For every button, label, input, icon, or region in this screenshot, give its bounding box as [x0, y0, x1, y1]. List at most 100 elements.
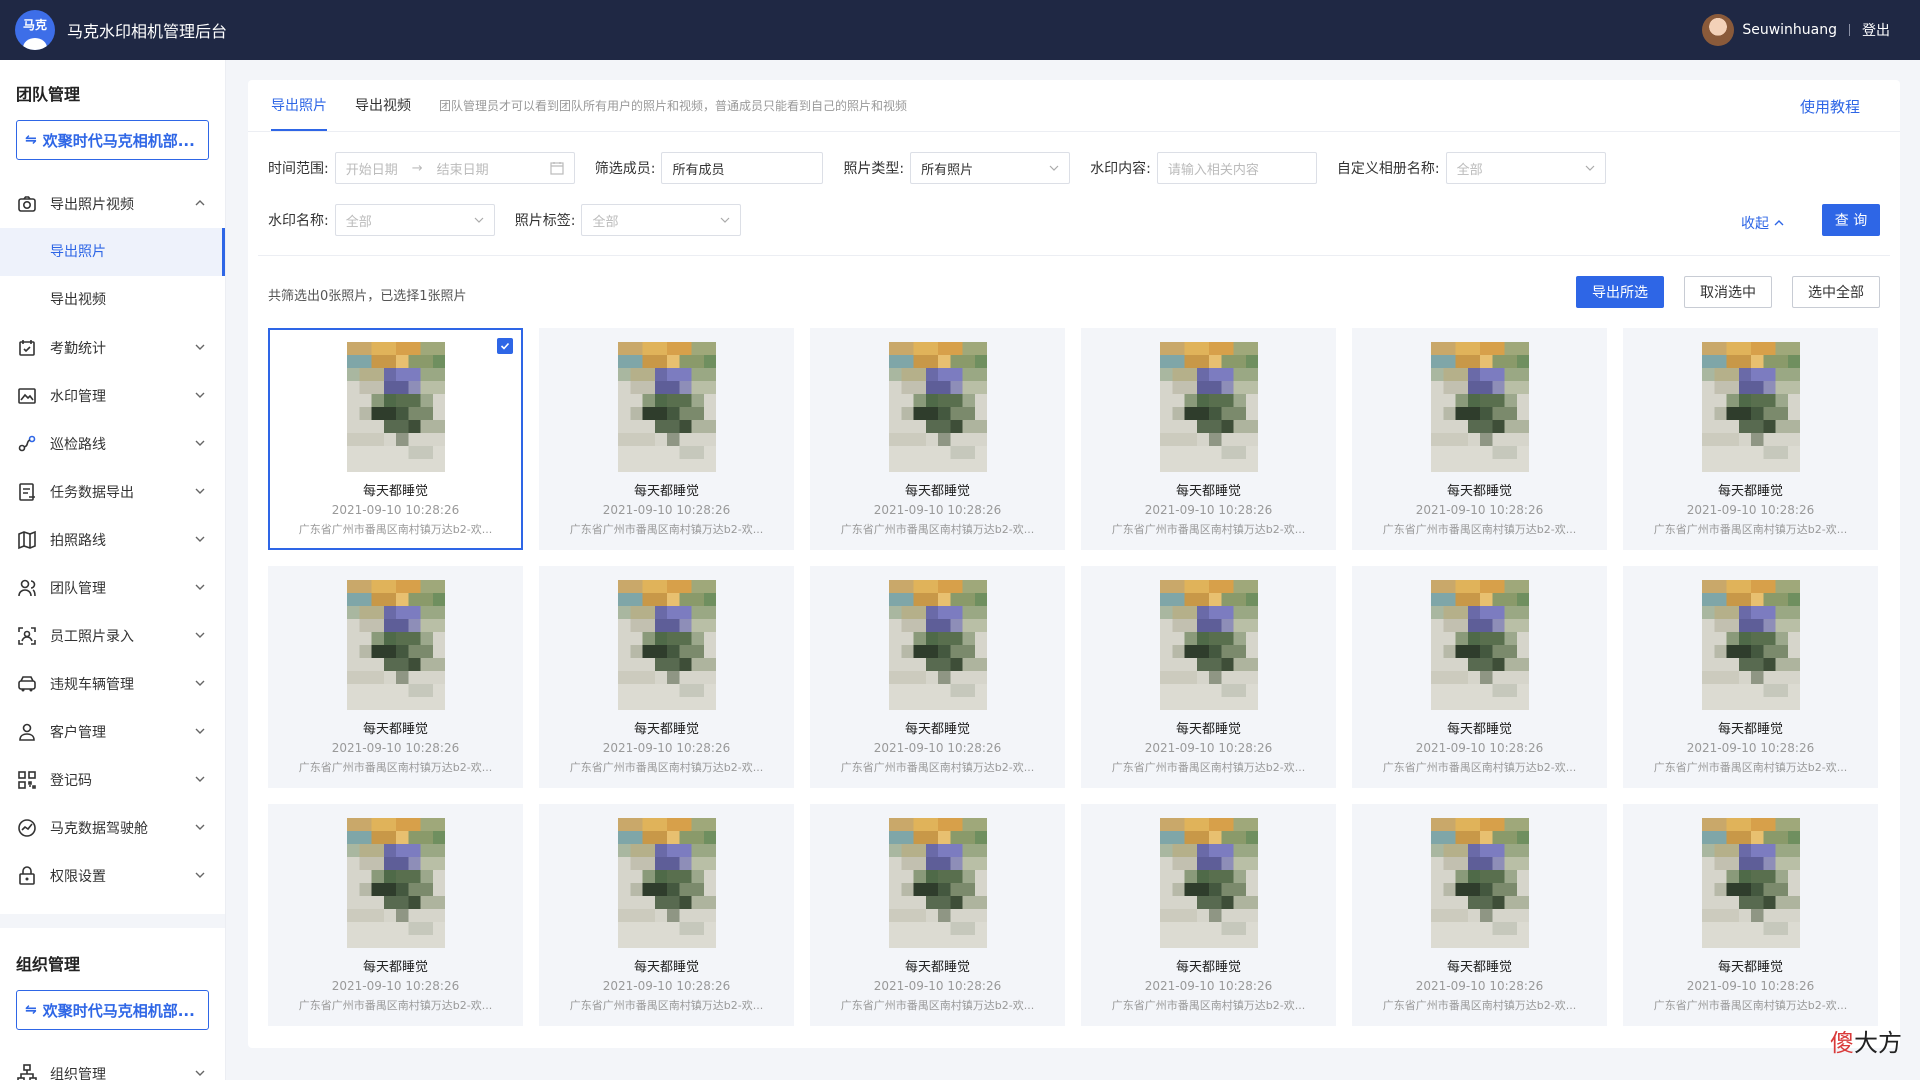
photo-thumbnail[interactable] [888, 580, 987, 710]
tab-export-video[interactable]: 导出视频 [355, 79, 411, 131]
sidebar-item-watermark[interactable]: 水印管理 [0, 372, 225, 420]
photo-title: 每天都睡觉 [1446, 960, 1512, 975]
photo-tag-select[interactable]: 全部 [581, 204, 742, 236]
select-all-button[interactable]: 选中全部 [1792, 276, 1880, 308]
chevron-down-icon [195, 1070, 205, 1076]
customer-icon [16, 721, 38, 743]
photo-thumbnail[interactable] [1701, 342, 1800, 472]
cancel-selected-button[interactable]: 取消选中 [1684, 276, 1772, 308]
team-group-title: 团队管理 [16, 85, 81, 104]
photo-card[interactable]: 每天都睡觉 2021-09-10 10:28:26 广东省广州市番禺区南村镇万达… [1623, 328, 1878, 550]
team-select[interactable]: ⇋ 欢聚时代马克相机部... [16, 120, 209, 160]
checkbox-checked-icon[interactable] [497, 338, 513, 354]
photo-card[interactable]: 每天都睡觉 2021-09-10 10:28:26 广东省广州市番禺区南村镇万达… [268, 566, 523, 788]
photo-thumbnail[interactable] [1701, 580, 1800, 710]
sidebar-item-patrol[interactable]: 巡检路线 [0, 420, 225, 468]
photo-thumbnail[interactable] [1159, 818, 1258, 948]
sidebar-item-attendance[interactable]: 考勤统计 [0, 324, 225, 372]
photo-thumbnail[interactable] [617, 580, 716, 710]
photo-thumbnail[interactable] [888, 342, 987, 472]
sidebar-item-employee-photo[interactable]: 员工照片录入 [0, 612, 225, 660]
date-range-picker[interactable]: 开始日期 → 结束日期 [334, 152, 575, 184]
photo-thumbnail[interactable] [1430, 580, 1529, 710]
main-panel: 导出照片 导出视频 团队管理员才可以看到团队所有用户的照片和视频，普通成员只能看… [248, 80, 1900, 1048]
time-range-label: 时间范围: [268, 161, 329, 177]
photo-thumbnail[interactable] [1430, 818, 1529, 948]
sidebar-item-team[interactable]: 团队管理 [0, 564, 225, 612]
sidebar-item-register-code[interactable]: 登记码 [0, 756, 225, 804]
end-date-input[interactable]: 结束日期 [437, 159, 489, 178]
photo-thumbnail[interactable] [1430, 342, 1529, 472]
sidebar-item-photo-route[interactable]: 拍照路线 [0, 516, 225, 564]
photo-type-select[interactable]: 所有照片 [910, 152, 1071, 184]
sidebar-item-vehicle[interactable]: 违规车辆管理 [0, 660, 225, 708]
org-select[interactable]: ⇋ 欢聚时代马克相机部... [16, 990, 209, 1030]
album-select[interactable]: 全部 [1445, 152, 1606, 184]
photo-thumbnail[interactable] [617, 818, 716, 948]
watermark-content-input[interactable]: 请输入相关内容 [1156, 152, 1317, 184]
watermark-name-label: 水印名称: [268, 213, 329, 229]
photo-card[interactable]: 每天都睡觉 2021-09-10 10:28:26 广东省广州市番禺区南村镇万达… [1081, 566, 1336, 788]
org-tree-icon [16, 1063, 38, 1080]
photo-grid: 每天都睡觉 2021-09-10 10:28:26 广东省广州市番禺区南村镇万达… [268, 328, 1878, 1026]
sidebar-item-label: 组织管理 [50, 1067, 106, 1080]
photo-card[interactable]: 每天都睡觉 2021-09-10 10:28:26 广东省广州市番禺区南村镇万达… [1623, 566, 1878, 788]
users-icon [16, 577, 38, 599]
photo-location: 广东省广州市番禺区南村镇万达b2-欢... [298, 761, 493, 774]
chevron-down-icon [195, 728, 205, 734]
photo-card[interactable]: 每天都睡觉 2021-09-10 10:28:26 广东省广州市番禺区南村镇万达… [810, 328, 1065, 550]
photo-thumbnail[interactable] [617, 342, 716, 472]
photo-card[interactable]: 每天都睡觉 2021-09-10 10:28:26 广东省广州市番禺区南村镇万达… [1081, 804, 1336, 1026]
photo-location: 广东省广州市番禺区南村镇万达b2-欢... [1111, 999, 1306, 1012]
chevron-down-icon [1585, 165, 1595, 171]
photo-card[interactable]: 每天都睡觉 2021-09-10 10:28:26 广东省广州市番禺区南村镇万达… [1081, 328, 1336, 550]
avatar[interactable] [1702, 14, 1735, 46]
sidebar-item-label: 任务数据导出 [50, 485, 134, 501]
chevron-down-icon [195, 776, 205, 782]
photo-thumbnail[interactable] [888, 818, 987, 948]
watermark-name-select[interactable]: 全部 [334, 204, 495, 236]
sidebar-item-dashboard[interactable]: 马克数据驾驶舱 [0, 804, 225, 852]
photo-card[interactable]: 每天都睡觉 2021-09-10 10:28:26 广东省广州市番禺区南村镇万达… [810, 804, 1065, 1026]
photo-card[interactable]: 每天都睡觉 2021-09-10 10:28:26 广东省广州市番禺区南村镇万达… [1623, 804, 1878, 1026]
chevron-up-icon [1774, 220, 1784, 226]
start-date-input[interactable]: 开始日期 [346, 159, 398, 178]
photo-time: 2021-09-10 10:28:26 [1415, 503, 1544, 517]
sidebar-item-org[interactable]: 组织管理 [0, 1050, 225, 1080]
photo-card[interactable]: 每天都睡觉 2021-09-10 10:28:26 广东省广州市番禺区南村镇万达… [1352, 566, 1607, 788]
map-icon [16, 529, 38, 551]
member-select[interactable]: 所有成员 [661, 152, 824, 184]
chevron-down-icon [195, 344, 205, 350]
export-selected-button[interactable]: 导出所选 [1576, 276, 1664, 308]
photo-card[interactable]: 每天都睡觉 2021-09-10 10:28:26 广东省广州市番禺区南村镇万达… [539, 328, 794, 550]
user-name[interactable]: Seuwinhuang [1742, 22, 1837, 38]
photo-thumbnail[interactable] [1701, 818, 1800, 948]
collapse-label: 收起 [1741, 216, 1769, 232]
photo-thumbnail[interactable] [346, 580, 445, 710]
photo-location: 广东省广州市番禺区南村镇万达b2-欢... [569, 999, 764, 1012]
query-button[interactable]: 查 询 [1822, 204, 1880, 236]
sidebar-item-customer[interactable]: 客户管理 [0, 708, 225, 756]
sidebar-item-task-export[interactable]: 任务数据导出 [0, 468, 225, 516]
photo-card[interactable]: 每天都睡觉 2021-09-10 10:28:26 广东省广州市番禺区南村镇万达… [539, 566, 794, 788]
photo-thumbnail[interactable] [346, 342, 445, 472]
photo-card[interactable]: 每天都睡觉 2021-09-10 10:28:26 广东省广州市番禺区南村镇万达… [268, 328, 523, 550]
collapse-toggle[interactable]: 收起 [1741, 207, 1785, 239]
watermark-text: 大方 [1854, 1029, 1902, 1057]
chevron-down-icon [195, 824, 205, 830]
logout-link[interactable]: 登出 [1862, 20, 1890, 40]
photo-card[interactable]: 每天都睡觉 2021-09-10 10:28:26 广东省广州市番禺区南村镇万达… [268, 804, 523, 1026]
photo-thumbnail[interactable] [1159, 580, 1258, 710]
tutorial-link[interactable]: 使用教程 [1800, 80, 1860, 132]
tab-export-photo[interactable]: 导出照片 [271, 79, 327, 131]
photo-card[interactable]: 每天都睡觉 2021-09-10 10:28:26 广东省广州市番禺区南村镇万达… [810, 566, 1065, 788]
sidebar-item-permissions[interactable]: 权限设置 [0, 852, 225, 900]
sidebar-subitem-export-photo[interactable]: 导出照片 [0, 228, 225, 276]
photo-card[interactable]: 每天都睡觉 2021-09-10 10:28:26 广东省广州市番禺区南村镇万达… [1352, 804, 1607, 1026]
photo-card[interactable]: 每天都睡觉 2021-09-10 10:28:26 广东省广州市番禺区南村镇万达… [1352, 328, 1607, 550]
photo-thumbnail[interactable] [1159, 342, 1258, 472]
sidebar-subitem-export-video[interactable]: 导出视频 [0, 276, 225, 324]
sidebar-item-export[interactable]: 导出照片视频 [0, 180, 225, 228]
photo-card[interactable]: 每天都睡觉 2021-09-10 10:28:26 广东省广州市番禺区南村镇万达… [539, 804, 794, 1026]
photo-thumbnail[interactable] [346, 818, 445, 948]
